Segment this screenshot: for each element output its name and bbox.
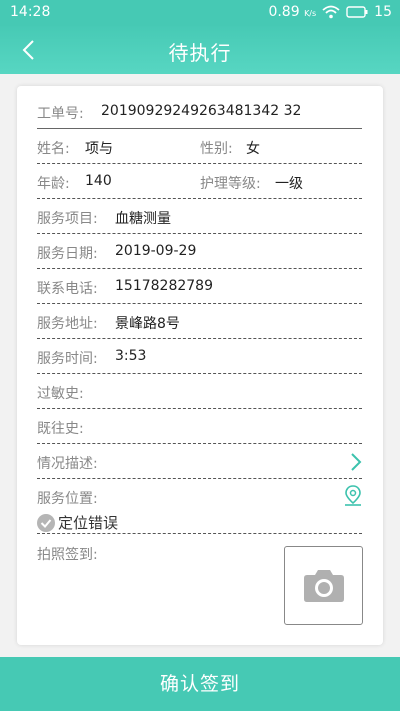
order-label: 工单号: — [37, 106, 84, 122]
service-date-label: 服务日期: — [37, 246, 98, 262]
phone-value: 15178282789 — [115, 278, 213, 294]
allergy-label: 过敏史: — [37, 386, 84, 402]
location-pin-icon[interactable] — [344, 485, 362, 507]
name-value: 项与 — [85, 141, 113, 157]
age-value: 140 — [85, 173, 112, 189]
address-label: 服务地址: — [37, 316, 98, 332]
photo-upload-button[interactable] — [284, 546, 363, 625]
wifi-icon — [322, 5, 340, 19]
service-item-value: 血糖测量 — [115, 211, 171, 227]
situation-label: 情况描述: — [37, 456, 98, 472]
network-speed: 0.89 K/s — [268, 4, 317, 20]
situation-row[interactable]: 情况描述: — [37, 444, 362, 479]
allergy-row[interactable]: 过敏史: — [37, 374, 362, 409]
service-time-value: 3:53 — [115, 348, 147, 364]
age-label: 年龄: — [37, 176, 70, 192]
status-time: 14:28 — [10, 4, 51, 20]
location-error-status: 定位错误 — [37, 512, 118, 533]
service-time-label: 服务时间: — [37, 351, 98, 367]
name-label: 姓名: — [37, 141, 70, 157]
page-title: 待执行 — [168, 41, 232, 65]
history-row[interactable]: 既往史: — [37, 409, 362, 444]
history-label: 既往史: — [37, 421, 84, 437]
location-row: 服务位置: 定位错误 — [37, 479, 362, 534]
address-row: 服务地址: 景峰路8号 — [37, 304, 362, 339]
check-circle-icon — [37, 513, 55, 532]
phone-row: 联系电话: 15178282789 — [37, 269, 362, 304]
order-number-row: 工单号: 20190929249263481342 32 — [37, 94, 362, 129]
care-level-value: 一级 — [275, 176, 303, 192]
gender-value: 女 — [246, 141, 260, 157]
phone-label: 联系电话: — [37, 281, 98, 297]
status-bar: 14:28 0.89 K/s 15 — [0, 0, 400, 26]
task-detail-card: 工单号: 20190929249263481342 32 姓名: 项与 性别: … — [17, 86, 383, 645]
service-item-row: 服务项目: 血糖测量 — [37, 199, 362, 234]
service-date-value: 2019-09-29 — [115, 243, 197, 259]
location-error-text: 定位错误 — [58, 514, 119, 532]
service-time-row: 服务时间: 3:53 — [37, 339, 362, 374]
camera-icon — [304, 570, 344, 602]
service-date-row: 服务日期: 2019-09-29 — [37, 234, 362, 269]
address-value: 景峰路8号 — [115, 316, 180, 332]
age-care-row: 年龄: 140 护理等级: 一级 — [37, 164, 362, 199]
app-header: 待执行 — [0, 26, 400, 74]
photo-label: 拍照签到: — [37, 547, 98, 563]
order-value: 20190929249263481342 32 — [101, 103, 302, 119]
care-level-label: 护理等级: — [200, 176, 261, 192]
battery-level: 15 — [374, 4, 392, 20]
chevron-right-icon[interactable] — [350, 452, 362, 472]
confirm-signin-button[interactable]: 确认签到 — [0, 657, 400, 711]
location-label: 服务位置: — [37, 491, 98, 507]
service-item-label: 服务项目: — [37, 211, 98, 227]
battery-icon — [346, 6, 368, 18]
gender-label: 性别: — [200, 141, 233, 157]
name-gender-row: 姓名: 项与 性别: 女 — [37, 129, 362, 164]
